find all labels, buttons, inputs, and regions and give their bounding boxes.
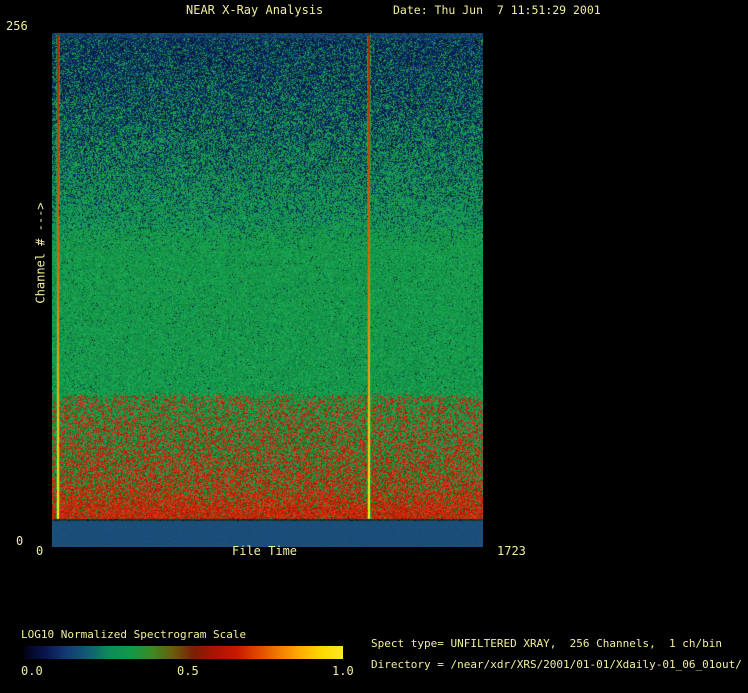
colorbar-title: LOG10 Normalized Spectrogram Scale <box>21 629 246 641</box>
colorbar-tick-min: 0.0 <box>21 665 43 678</box>
spect-type-info: Spect type= UNFILTERED XRAY, 256 Channel… <box>371 638 722 650</box>
spectrogram-plot <box>52 33 483 547</box>
near-xray-analysis-window: NEAR X-Ray Analysis Date: Thu Jun 7 11:5… <box>0 0 748 693</box>
x-axis-title: File Time <box>232 545 297 558</box>
y-axis-title: Channel # ---> <box>34 202 47 303</box>
y-axis-max-label: 256 <box>6 20 28 33</box>
directory-info: Directory = /near/xdr/XRS/2001/01-01/Xda… <box>371 659 742 671</box>
page-title: NEAR X-Ray Analysis <box>186 4 323 17</box>
colorbar-tick-max: 1.0 <box>332 665 354 678</box>
y-axis-min-label: 0 <box>16 535 23 548</box>
x-axis-max-label: 1723 <box>497 545 526 558</box>
colorbar-gradient <box>24 646 343 659</box>
date-label: Date: Thu Jun 7 11:51:29 2001 <box>393 4 601 17</box>
x-axis-min-label: 0 <box>36 545 43 558</box>
colorbar-tick-mid: 0.5 <box>177 665 199 678</box>
